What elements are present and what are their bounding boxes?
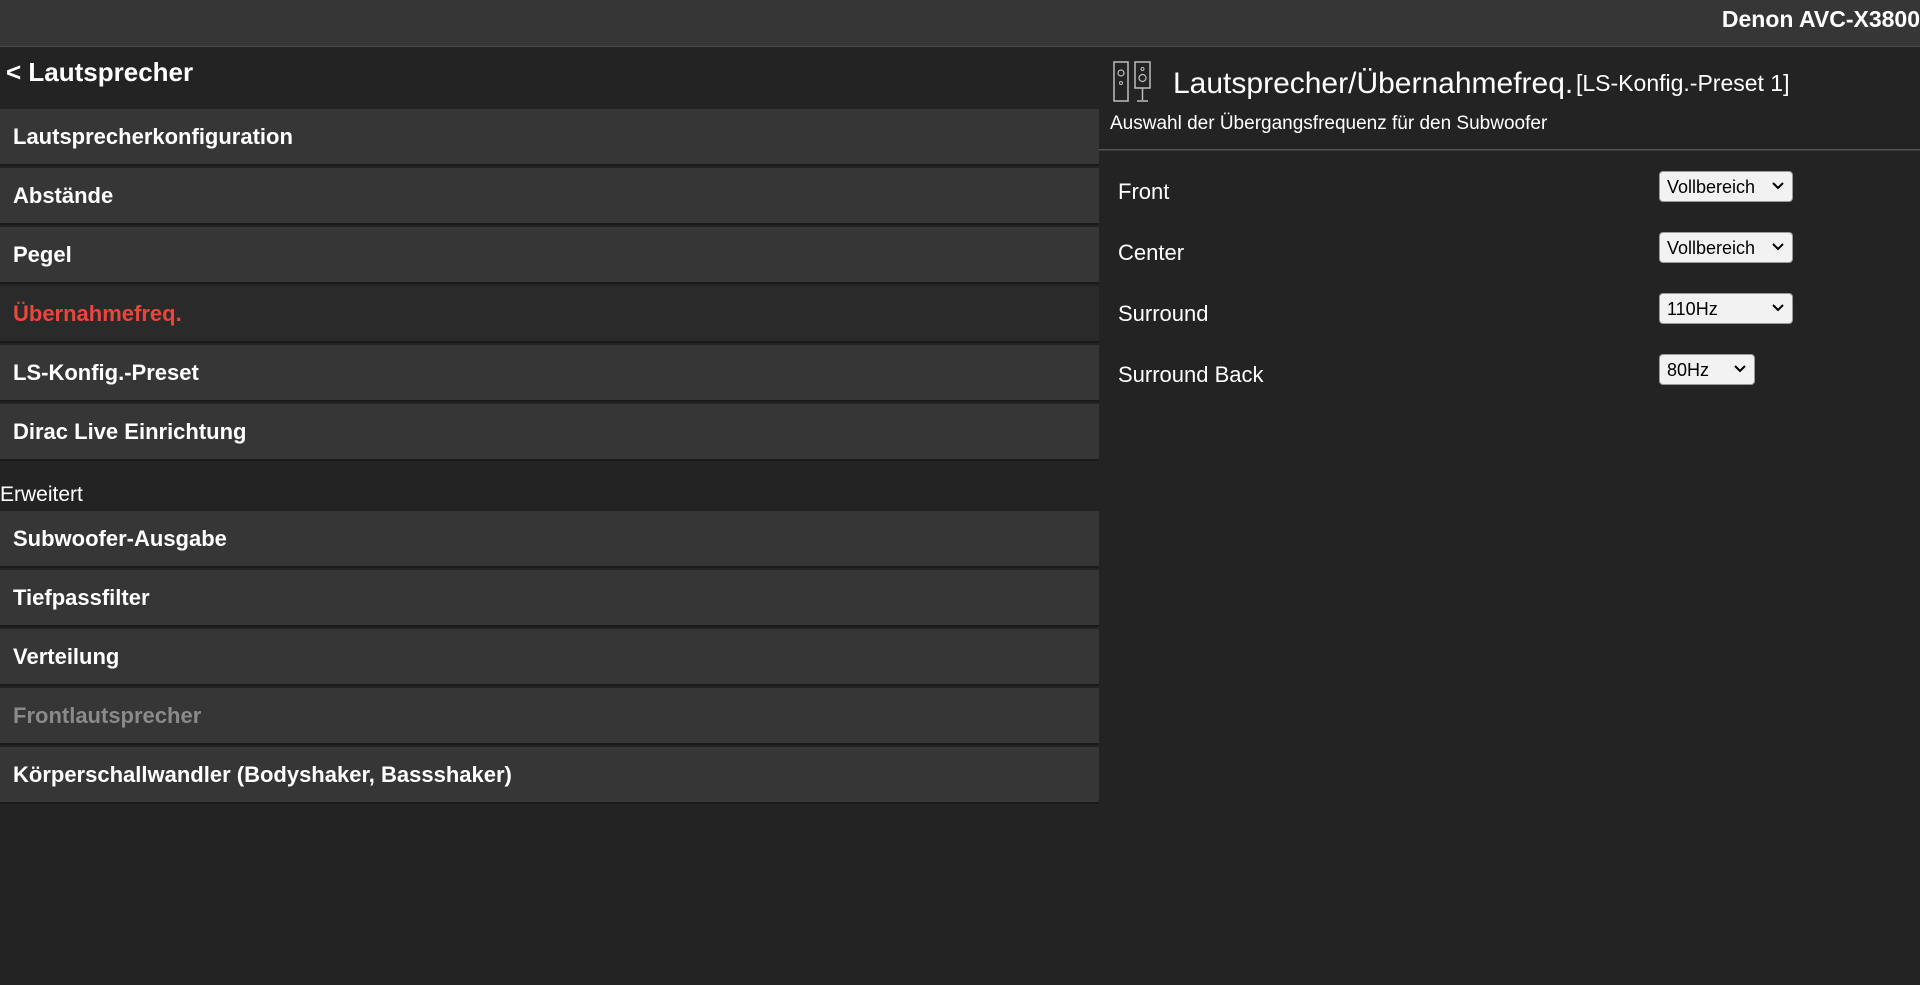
page-header: Lautsprecher/Übernahmefreq. [LS-Konfig.-…: [1099, 47, 1920, 113]
detail-panel: Lautsprecher/Übernahmefreq. [LS-Konfig.-…: [1099, 47, 1920, 415]
menu-list: Lautsprecherkonfiguration Abstände Pegel…: [0, 109, 1099, 461]
crossover-settings: Front Vollbereich Center Vollbereich Sur…: [1099, 171, 1920, 415]
page-subtitle: Auswahl der Übergangsfrequenz für den Su…: [1110, 113, 1548, 134]
chevron-down-icon: [1772, 182, 1784, 190]
advanced-menu-list: Subwoofer-Ausgabe Tiefpassfilter Verteil…: [0, 511, 1099, 804]
settings-menu: < Lautsprecher Lautsprecherkonfiguration…: [0, 47, 1099, 806]
setting-label: Center: [1118, 240, 1185, 265]
preset-label: [LS-Konfig.-Preset 1]: [1576, 70, 1790, 96]
select-value: 110Hz: [1667, 299, 1718, 319]
divider: [1099, 149, 1920, 151]
menu-item-tiefpassfilter[interactable]: Tiefpassfilter: [0, 570, 1099, 627]
page-title: Lautsprecher/Übernahmefreq.: [1173, 67, 1574, 100]
setting-row-surround: Surround 110Hz: [1099, 293, 1920, 354]
menu-item-frontlautsprecher: Frontlautsprecher: [0, 688, 1099, 745]
select-value: 80Hz: [1667, 360, 1710, 380]
setting-label: Surround Back: [1118, 362, 1264, 387]
setting-row-surround-back: Surround Back 80Hz: [1099, 354, 1920, 415]
surround-frequency-select[interactable]: 110Hz: [1659, 293, 1793, 324]
device-name: Denon AVC-X3800: [1721, 6, 1920, 32]
chevron-down-icon: [1772, 304, 1784, 312]
center-frequency-select[interactable]: Vollbereich: [1659, 232, 1793, 263]
menu-item-subwoofer-ausgabe[interactable]: Subwoofer-Ausgabe: [0, 511, 1099, 568]
top-bar: Denon AVC-X3800: [0, 0, 1920, 47]
menu-item-abstaende[interactable]: Abstände: [0, 168, 1099, 225]
setting-label: Front: [1118, 179, 1170, 204]
surround-back-frequency-select[interactable]: 80Hz: [1659, 354, 1755, 385]
menu-item-lautsprecherkonfiguration[interactable]: Lautsprecherkonfiguration: [0, 109, 1099, 166]
menu-item-ls-konfig-preset[interactable]: LS-Konfig.-Preset: [0, 345, 1099, 402]
back-button[interactable]: < Lautsprecher: [0, 47, 1099, 109]
select-value: Vollbereich: [1667, 177, 1756, 197]
setting-label: Surround: [1118, 301, 1209, 326]
menu-item-dirac-live[interactable]: Dirac Live Einrichtung: [0, 404, 1099, 461]
chevron-down-icon: [1734, 365, 1746, 373]
menu-item-koerperschallwandler[interactable]: Körperschallwandler (Bodyshaker, Basssha…: [0, 747, 1099, 804]
chevron-down-icon: [1772, 243, 1784, 251]
menu-item-pegel[interactable]: Pegel: [0, 227, 1099, 284]
front-frequency-select[interactable]: Vollbereich: [1659, 171, 1793, 202]
menu-item-verteilung[interactable]: Verteilung: [0, 629, 1099, 686]
section-label-erweitert: Erweitert: [0, 483, 83, 506]
speakers-icon: [1113, 61, 1153, 108]
menu-item-uebernahmefreq[interactable]: Übernahmefreq.: [0, 286, 1099, 343]
setting-row-front: Front Vollbereich: [1099, 171, 1920, 232]
setting-row-center: Center Vollbereich: [1099, 232, 1920, 293]
select-value: Vollbereich: [1667, 238, 1756, 258]
